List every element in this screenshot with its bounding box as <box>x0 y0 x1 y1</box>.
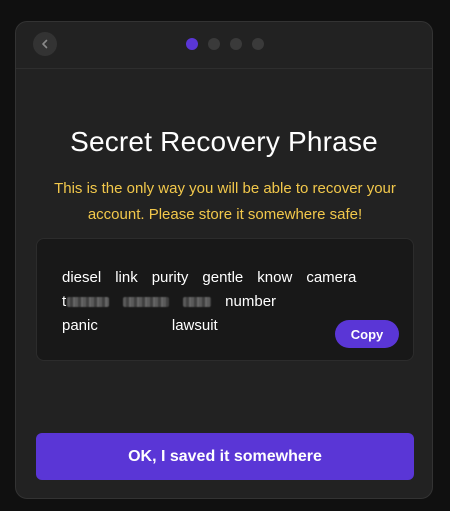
recovery-phrase-box: diesel link purity gentle know camera t … <box>36 238 414 361</box>
recovery-phrase-dialog: Secret Recovery Phrase This is the only … <box>15 21 433 499</box>
redaction-blur <box>67 297 110 307</box>
phrase-word-partially-redacted: t <box>62 290 110 314</box>
confirm-saved-button[interactable]: OK, I saved it somewhere <box>36 433 414 480</box>
page-title: Secret Recovery Phrase <box>70 126 378 157</box>
phrase-word: gentle <box>202 269 244 286</box>
phrase-word-redacted <box>123 297 170 307</box>
copy-button[interactable]: Copy <box>335 320 399 348</box>
phrase-word: number <box>225 293 277 310</box>
phrase-word: camera <box>306 269 357 286</box>
phrase-word: lawsuit <box>171 317 218 334</box>
phrase-word-list: diesel link purity gentle know camera t … <box>62 266 382 338</box>
phrase-word: panic <box>62 317 98 334</box>
phrase-word: diesel <box>62 269 102 286</box>
back-button[interactable] <box>33 32 57 56</box>
step-dot-4 <box>252 38 264 50</box>
step-dot-2 <box>208 38 220 50</box>
phrase-word: know <box>257 269 293 286</box>
step-dot-1 <box>186 38 198 50</box>
step-dot-3 <box>230 38 242 50</box>
phrase-word-visible-part: t <box>62 293 67 310</box>
phrase-word: link <box>115 269 138 286</box>
phrase-word: purity <box>151 269 189 286</box>
phrase-word-redacted <box>183 297 212 307</box>
chevron-left-icon <box>42 39 48 49</box>
warning-text: This is the only way you will be able to… <box>54 180 396 223</box>
step-indicator <box>186 38 264 50</box>
dialog-header <box>16 22 432 69</box>
